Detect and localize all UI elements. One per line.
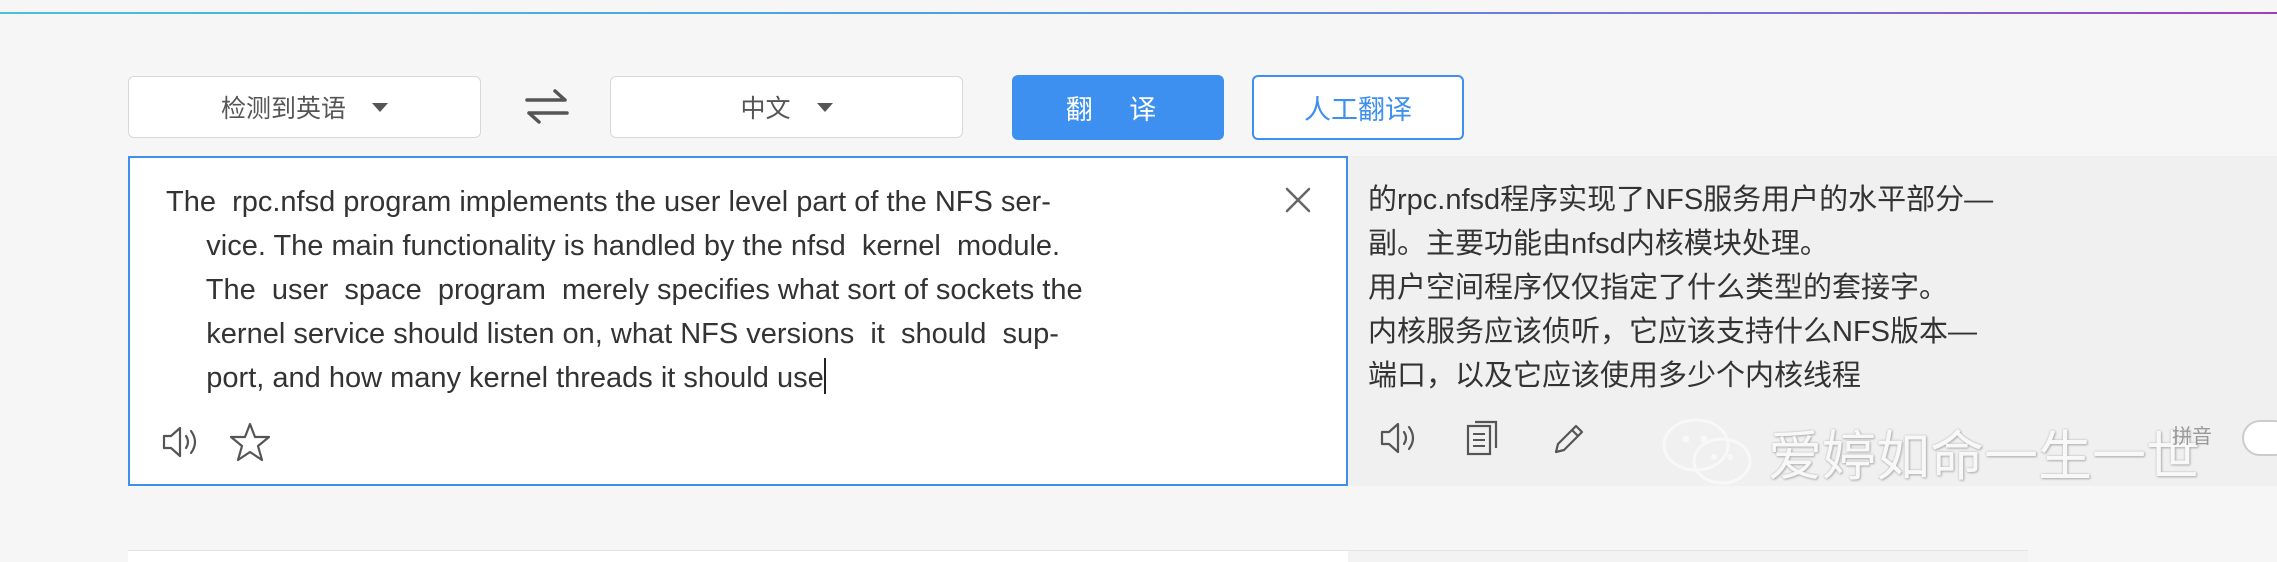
source-line: The rpc.nfsd program implements the user… bbox=[166, 186, 1051, 218]
pinyin-toggle[interactable] bbox=[2242, 420, 2277, 456]
lower-panel-edge bbox=[1348, 550, 2028, 562]
pinyin-label: 拼音 bbox=[2172, 424, 2212, 448]
text-cursor bbox=[823, 358, 826, 394]
top-gradient-bar bbox=[0, 12, 2277, 14]
result-line: 内核服务应该侦听，它应该支持什么NFS版本— bbox=[1368, 316, 1978, 348]
edit-button[interactable] bbox=[1548, 418, 1588, 464]
result-line: 的rpc.nfsd程序实现了NFS服务用户的水平部分— bbox=[1368, 184, 1994, 216]
edit-icon bbox=[1554, 424, 1584, 454]
target-language-select[interactable]: 中文 bbox=[610, 76, 963, 138]
lower-panel-edge bbox=[128, 550, 1348, 562]
result-line: 端口，以及它应该使用多少个内核线程 bbox=[1368, 360, 1862, 392]
chevron-down-icon bbox=[372, 102, 388, 112]
source-language-select[interactable]: 检测到英语 bbox=[128, 76, 481, 138]
result-line: 用户空间程序仅仅指定了什么类型的套接字。 bbox=[1368, 272, 1949, 304]
source-line: kernel service should listen on, what NF… bbox=[166, 318, 1059, 350]
human-translation-button[interactable]: 人工翻译 bbox=[1252, 75, 1464, 140]
favorite-button[interactable] bbox=[228, 420, 272, 468]
copy-icon bbox=[1466, 420, 1498, 456]
source-line: The user space program merely specifies … bbox=[166, 274, 1083, 306]
copy-button[interactable] bbox=[1464, 418, 1504, 464]
watermark: 爱婷如命一生一世 bbox=[1660, 412, 2200, 491]
swap-languages-button[interactable] bbox=[519, 76, 575, 136]
result-line: 副。主要功能由nfsd内核模块处理。 bbox=[1368, 228, 1829, 260]
target-language-label: 中文 bbox=[740, 94, 791, 123]
star-icon bbox=[229, 422, 271, 462]
chevron-down-icon bbox=[816, 102, 833, 112]
source-text[interactable]: The rpc.nfsd program implements the user… bbox=[166, 180, 1166, 400]
speaker-icon bbox=[162, 426, 197, 458]
speaker-icon bbox=[1380, 422, 1415, 454]
result-speak-button[interactable] bbox=[1378, 418, 1422, 462]
watermark-text: 爱婷如命一生一世 bbox=[1768, 425, 2200, 488]
swap-arrows-icon bbox=[525, 89, 569, 124]
source-text-area[interactable]: The rpc.nfsd program implements the user… bbox=[128, 156, 1348, 486]
translation-text: 的rpc.nfsd程序实现了NFS服务用户的水平部分— 副。主要功能由nfsd内… bbox=[1368, 178, 2248, 398]
close-icon bbox=[1285, 187, 1311, 213]
clear-text-button[interactable] bbox=[1280, 182, 1316, 218]
source-language-label: 检测到英语 bbox=[220, 94, 346, 123]
wechat-logo-icon bbox=[1662, 418, 1752, 484]
source-line: vice. The main functionality is handled … bbox=[166, 230, 1061, 262]
translate-button[interactable]: 翻 译 bbox=[1012, 75, 1224, 140]
source-speak-button[interactable] bbox=[160, 422, 204, 466]
source-line: port, and how many kernel threads it sho… bbox=[166, 362, 824, 394]
